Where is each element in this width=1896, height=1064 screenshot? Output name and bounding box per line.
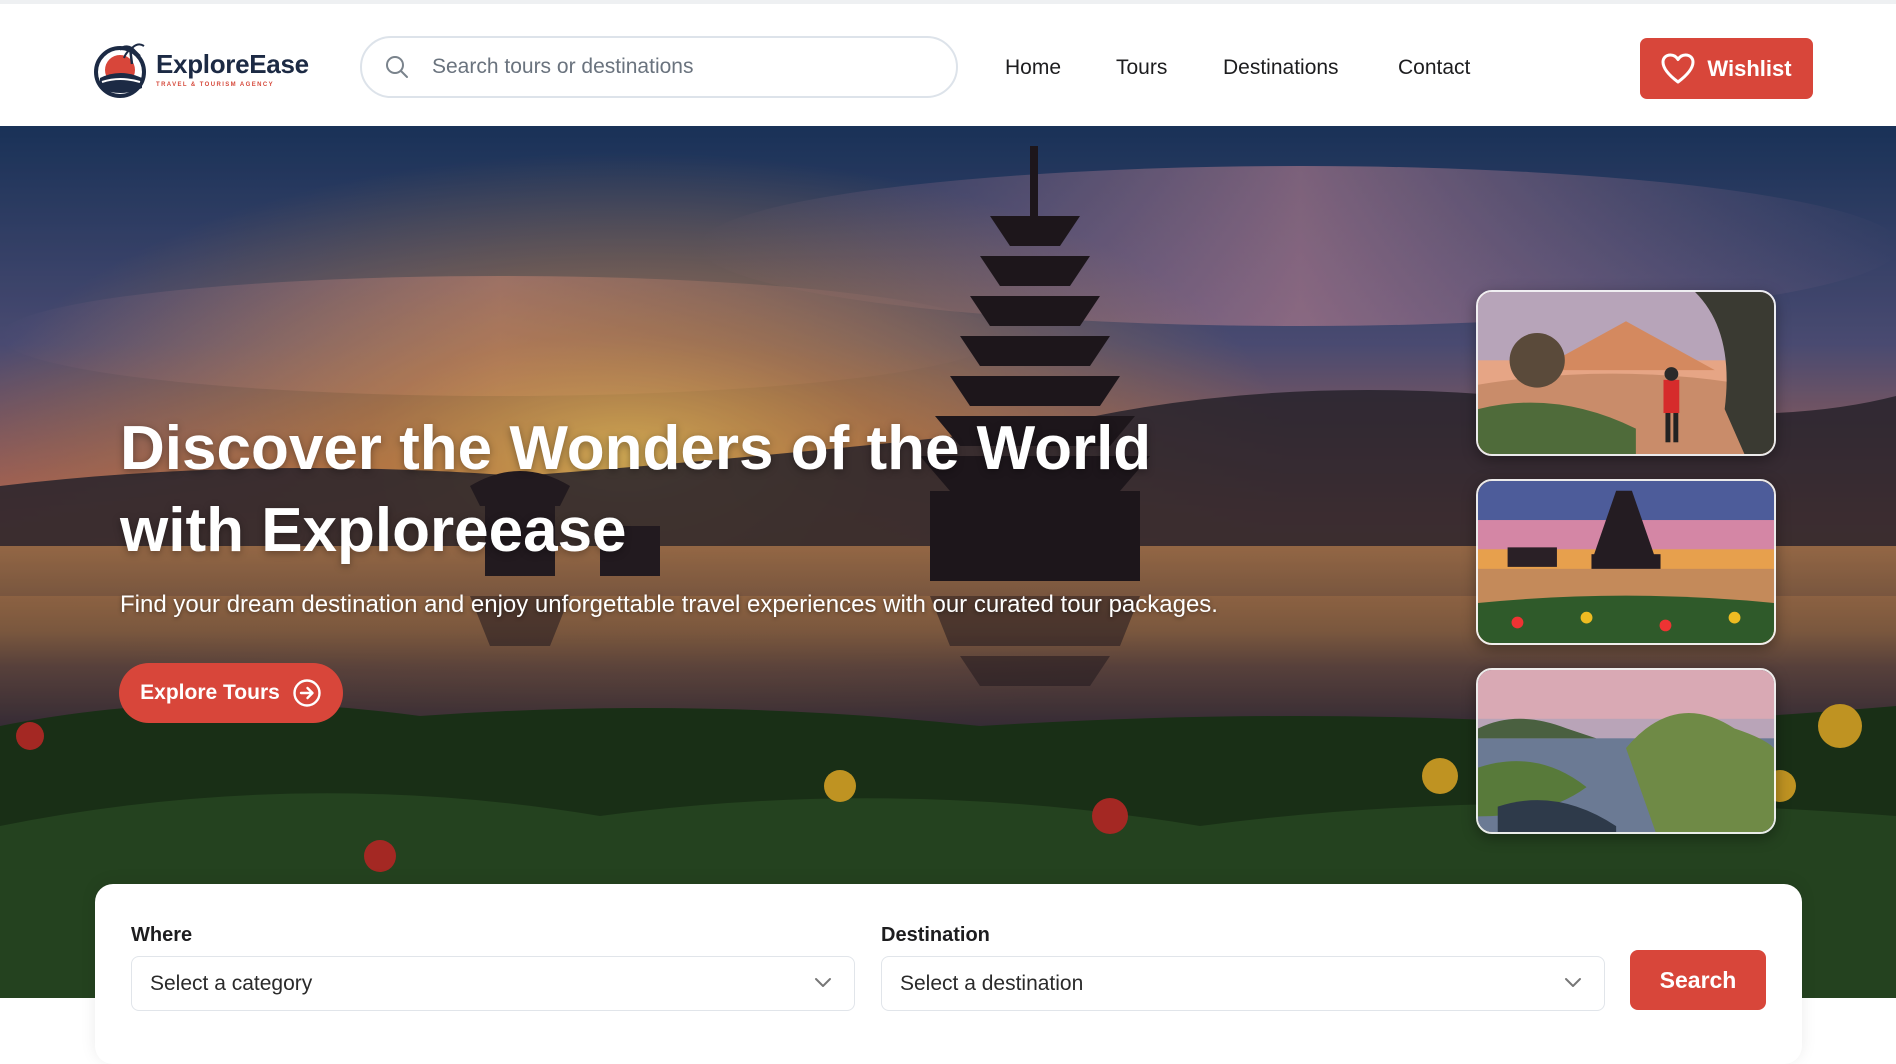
logo-icon — [94, 43, 146, 98]
hero-subtitle: Find your dream destination and enjoy un… — [120, 591, 1218, 618]
brand-name: ExploreEase — [156, 48, 309, 79]
brand-logo[interactable]: ExploreEase TRAVEL & TOURISM AGENCY — [92, 30, 312, 106]
nav-destinations[interactable]: Destinations — [1223, 56, 1339, 80]
destination-thumbnail[interactable] — [1476, 668, 1776, 834]
search-icon — [386, 56, 408, 78]
where-select[interactable]: Select a category — [131, 956, 855, 1011]
chevron-down-icon — [815, 978, 831, 987]
island-bay-image — [1478, 670, 1774, 832]
hero-section: Discover the Wonders of the World with E… — [0, 126, 1896, 998]
where-select-value: Select a category — [150, 971, 313, 995]
hero-title: Discover the Wonders of the World with E… — [120, 408, 1170, 572]
explore-tours-label: Explore Tours — [140, 681, 280, 704]
hero-title-line-1: Discover the Wonders of the World — [120, 414, 1152, 483]
destination-select-value: Select a destination — [900, 971, 1084, 995]
heart-icon — [1661, 53, 1695, 83]
site-search[interactable] — [360, 36, 958, 98]
chevron-down-icon — [1565, 978, 1581, 987]
search-input[interactable] — [432, 55, 932, 79]
site-header: ExploreEase TRAVEL & TOURISM AGENCY Home… — [0, 4, 1896, 126]
search-button[interactable]: Search — [1630, 950, 1766, 1010]
temple-sunset-image — [1478, 481, 1774, 643]
search-panel: Where Select a category Destination Sele… — [95, 884, 1802, 1064]
mountain-volcano-image — [1478, 292, 1774, 454]
where-label: Where — [131, 924, 193, 946]
destination-label: Destination — [881, 924, 990, 946]
hero-title-line-2: with Exploreease — [120, 496, 627, 565]
destination-select[interactable]: Select a destination — [881, 956, 1605, 1011]
nav-tours[interactable]: Tours — [1116, 56, 1167, 80]
nav-home[interactable]: Home — [1005, 56, 1061, 80]
brand-tagline: TRAVEL & TOURISM AGENCY — [156, 81, 274, 88]
explore-tours-button[interactable]: Explore Tours — [119, 663, 343, 723]
nav-contact[interactable]: Contact — [1398, 56, 1470, 80]
destination-thumbnail[interactable] — [1476, 479, 1776, 645]
arrow-right-circle-icon — [293, 679, 321, 707]
wishlist-button[interactable]: Wishlist — [1640, 38, 1813, 99]
destination-thumbnail[interactable] — [1476, 290, 1776, 456]
wishlist-label: Wishlist — [1707, 55, 1792, 81]
